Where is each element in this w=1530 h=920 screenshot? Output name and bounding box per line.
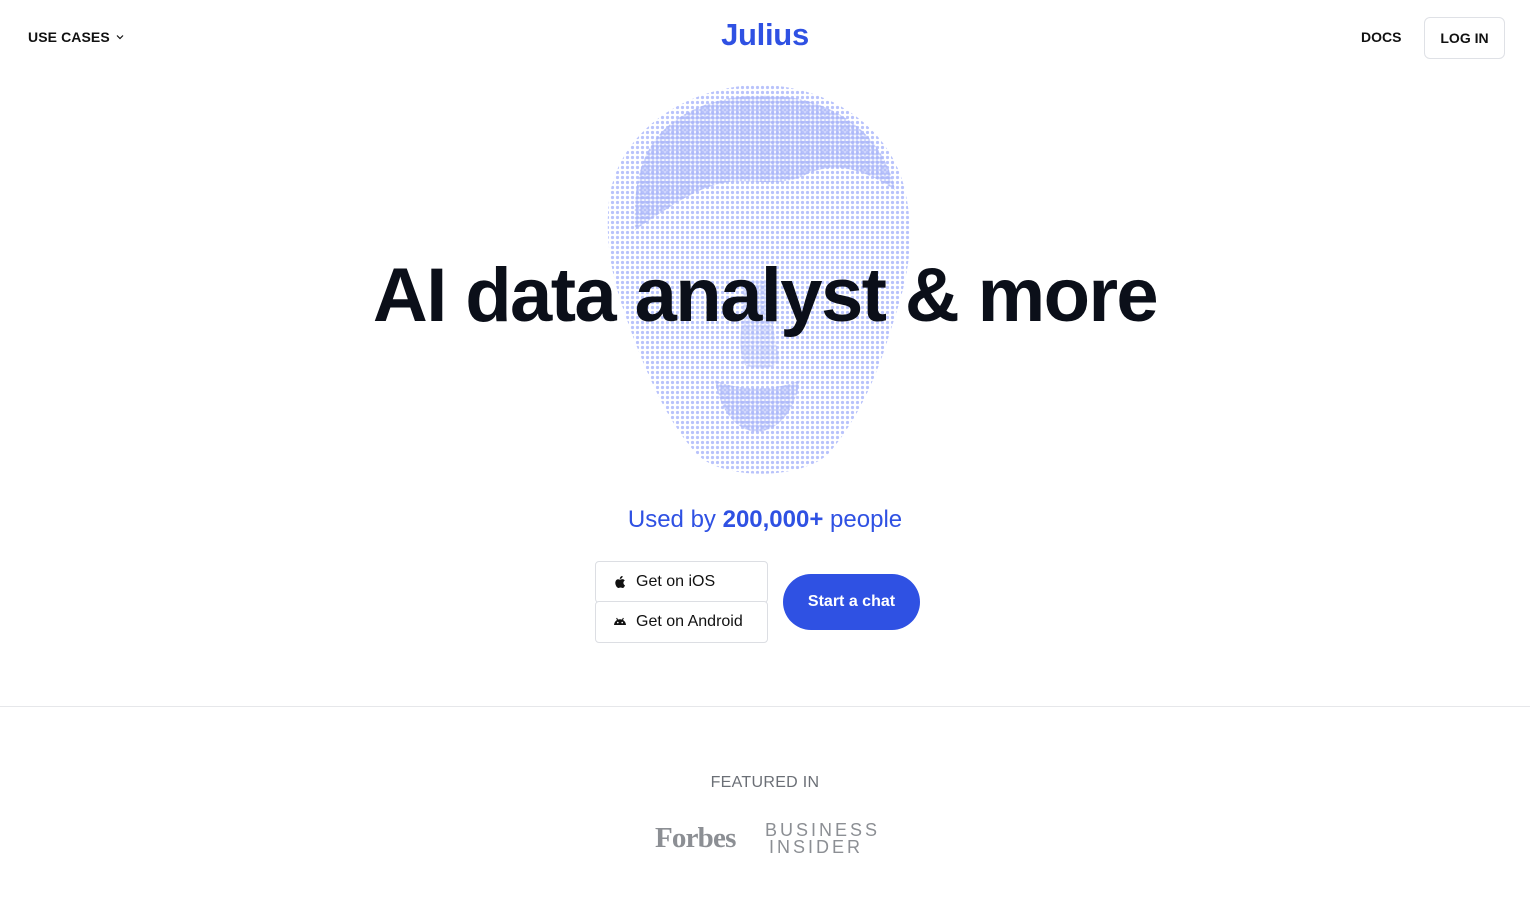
get-on-android-button[interactable]: Get on Android	[595, 601, 768, 643]
top-nav: USE CASES Julius DOCS LOG IN	[0, 0, 1530, 76]
featured-in-label: FEATURED IN	[710, 774, 820, 791]
ios-label: Get on iOS	[636, 573, 716, 590]
use-cases-label: USE CASES	[28, 29, 110, 45]
android-icon	[614, 617, 626, 625]
forbes-logo: Forbes	[655, 822, 736, 854]
used-by-suffix: people	[830, 506, 903, 533]
hero-headline: AI data analyst & more	[372, 253, 1159, 338]
get-on-ios-button[interactable]: Get on iOS	[595, 561, 768, 603]
business-insider-logo: BUSINESS INSIDER	[765, 821, 877, 857]
featured-in-heading: FEATURED IN	[0, 774, 1530, 792]
business-insider-line-2: INSIDER	[768, 837, 863, 857]
use-cases-dropdown[interactable]: USE CASES	[28, 29, 124, 45]
logo-wrapper: Julius	[0, 17, 1530, 53]
hero-headline-wrapper: AI data analyst & more	[0, 252, 1530, 340]
used-by-count: 200,000+	[722, 506, 824, 533]
start-chat-button[interactable]: Start a chat	[783, 574, 920, 630]
used-by-prefix: Used by	[627, 506, 716, 533]
chevron-down-icon	[116, 35, 124, 40]
apple-icon	[615, 575, 625, 588]
login-button[interactable]: LOG IN	[1424, 17, 1505, 59]
julius-logo[interactable]: Julius	[721, 17, 809, 52]
docs-link[interactable]: DOCS	[1361, 29, 1401, 45]
section-divider	[0, 706, 1530, 707]
android-label: Get on Android	[636, 613, 743, 630]
used-by-line: Used by 200,000+ people	[0, 506, 1530, 534]
